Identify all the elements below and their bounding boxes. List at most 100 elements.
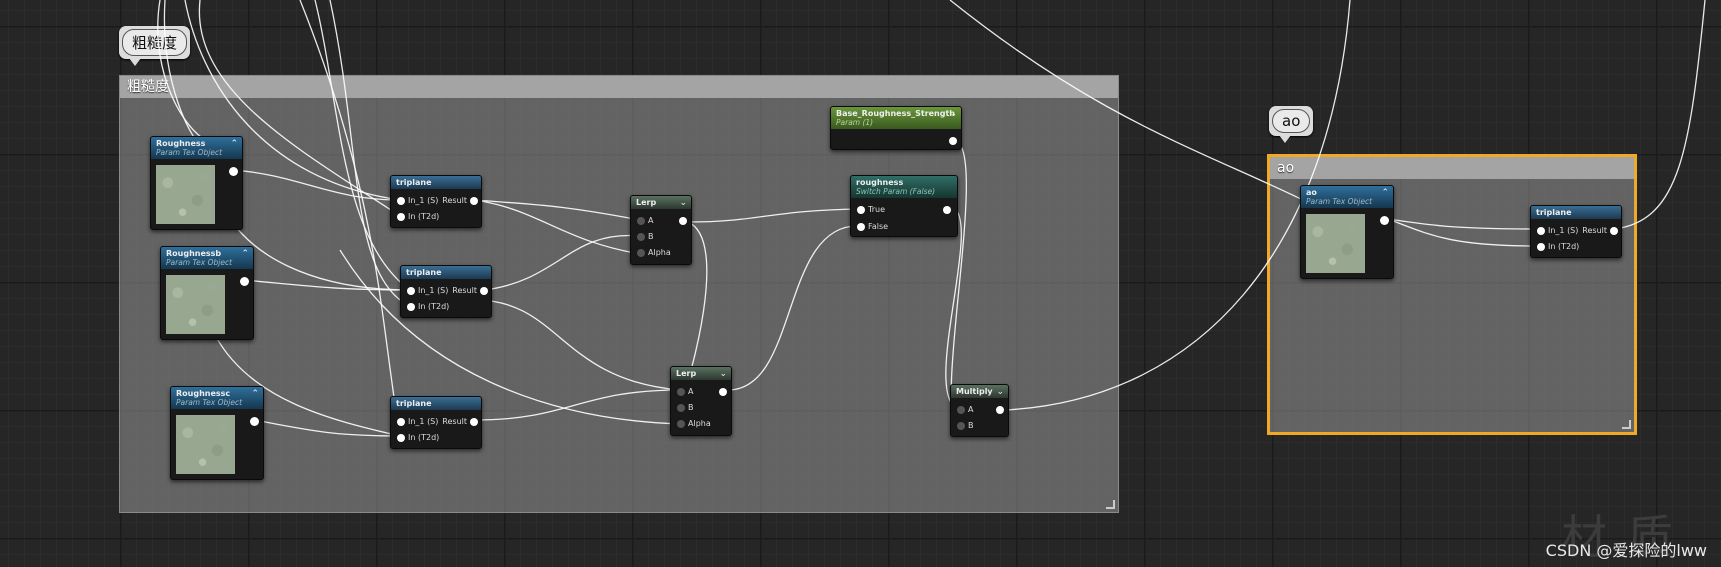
output-pin[interactable]: [480, 287, 488, 295]
node-lerp-2[interactable]: Lerp ⌄ A B Alpha: [670, 366, 732, 436]
input-pin[interactable]: [397, 434, 405, 442]
result-label: Result: [442, 196, 467, 205]
pin-label: True: [868, 205, 885, 214]
output-pin[interactable]: [240, 277, 249, 286]
pin-row-false[interactable]: False: [851, 220, 957, 234]
wire: [299, 0, 401, 437]
node-triplane-3[interactable]: triplane In_1 (S) Result In (T2d): [390, 396, 482, 449]
pin-row-b[interactable]: B: [671, 401, 731, 415]
input-pin[interactable]: [397, 418, 405, 426]
node-header[interactable]: triplane: [401, 266, 491, 279]
node-header[interactable]: triplane: [391, 397, 481, 410]
chevron-down-icon[interactable]: ⌄: [949, 109, 957, 119]
pin-row-alpha[interactable]: Alpha: [671, 417, 731, 431]
output-pin[interactable]: [679, 217, 687, 225]
result-label: Result: [452, 286, 477, 295]
pin-row-b[interactable]: B: [631, 230, 691, 244]
node-header[interactable]: triplane: [1531, 206, 1621, 219]
pin-row-a[interactable]: A: [671, 385, 731, 399]
node-title: triplane: [396, 178, 432, 187]
output-pin[interactable]: [996, 406, 1004, 414]
node-header[interactable]: triplane: [391, 176, 481, 189]
pin-label: B: [968, 421, 974, 430]
chevron-up-icon[interactable]: ⌃: [1381, 188, 1389, 198]
node-header[interactable]: ao Param Tex Object ⌃: [1301, 186, 1393, 208]
pin-row-in2[interactable]: In (T2d): [391, 210, 481, 224]
chevron-up-icon[interactable]: ⌃: [241, 249, 249, 259]
input-pin[interactable]: [407, 303, 415, 311]
output-pin[interactable]: [949, 137, 957, 145]
pin-row-a[interactable]: A: [951, 403, 1008, 417]
output-pin[interactable]: [470, 418, 478, 426]
node-header[interactable]: Roughness Param Tex Object ⌃: [151, 137, 242, 159]
node-header[interactable]: Lerp ⌄: [631, 196, 691, 209]
pin-row-in1[interactable]: In_1 (S) Result: [391, 194, 481, 208]
pin-row-in1[interactable]: In_1 (S) Result: [391, 415, 481, 429]
node-lerp-1[interactable]: Lerp ⌄ A B Alpha: [630, 195, 692, 265]
node-ao-tex-object[interactable]: ao Param Tex Object ⌃: [1300, 185, 1394, 279]
chevron-down-icon[interactable]: ⌄: [679, 198, 687, 208]
node-header[interactable]: Roughnessb Param Tex Object ⌃: [161, 247, 253, 269]
node-header[interactable]: Lerp ⌄: [671, 367, 731, 380]
output-pin[interactable]: [1610, 227, 1618, 235]
pin-label: A: [648, 216, 654, 225]
pin-row-b[interactable]: B: [951, 419, 1008, 433]
node-base-roughness-strength[interactable]: Base_Roughness_Strength Param (1) ⌄: [830, 106, 962, 150]
input-pin[interactable]: [957, 422, 965, 430]
input-pin[interactable]: [677, 388, 685, 396]
chevron-up-icon[interactable]: ⌃: [230, 139, 238, 149]
pin-row-in1[interactable]: In_1 (S) Result: [401, 284, 491, 298]
output-pin[interactable]: [250, 417, 259, 426]
input-pin[interactable]: [637, 217, 645, 225]
wire: [474, 199, 641, 221]
node-multiply[interactable]: Multiply ⌄ A B: [950, 384, 1009, 437]
node-title: roughness: [856, 178, 904, 187]
pin-label: In (T2d): [1548, 242, 1580, 251]
input-pin[interactable]: [397, 213, 405, 221]
node-title: Roughnessc: [176, 389, 231, 398]
input-pin[interactable]: [637, 249, 645, 257]
output-pin[interactable]: [719, 388, 727, 396]
watermark-text: CSDN @爱探险的lww: [1545, 541, 1707, 560]
input-pin[interactable]: [957, 406, 965, 414]
node-roughness-tex-object[interactable]: Roughness Param Tex Object ⌃: [150, 136, 243, 230]
input-pin[interactable]: [637, 233, 645, 241]
input-pin[interactable]: [397, 197, 405, 205]
node-header[interactable]: Base_Roughness_Strength Param (1) ⌄: [831, 107, 961, 129]
output-pin[interactable]: [1380, 216, 1389, 225]
pin-row-in2[interactable]: In (T2d): [401, 300, 491, 314]
node-header[interactable]: roughness Switch Param (False): [851, 176, 957, 198]
texture-thumbnail: [166, 275, 225, 334]
chevron-up-icon[interactable]: ⌃: [251, 389, 259, 399]
output-pin[interactable]: [229, 167, 238, 176]
input-pin[interactable]: [677, 404, 685, 412]
input-pin[interactable]: [1537, 243, 1545, 251]
node-roughnessb-tex-object[interactable]: Roughnessb Param Tex Object ⌃: [160, 246, 254, 340]
output-pin[interactable]: [470, 197, 478, 205]
pin-label: In (T2d): [408, 433, 440, 442]
node-roughness-switch[interactable]: roughness Switch Param (False) True Fals…: [850, 175, 958, 237]
pin-row-alpha[interactable]: Alpha: [631, 246, 691, 260]
node-triplane-1[interactable]: triplane In_1 (S) Result In (T2d): [390, 175, 482, 228]
chevron-down-icon[interactable]: ⌄: [996, 387, 1004, 397]
texture-thumbnail: [1306, 214, 1365, 273]
pin-row-true[interactable]: True: [851, 203, 957, 217]
node-title: ao: [1306, 188, 1317, 197]
input-pin[interactable]: [1537, 227, 1545, 235]
pin-row-in1[interactable]: In_1 (S) Result: [1531, 224, 1621, 238]
chevron-down-icon[interactable]: ⌄: [719, 369, 727, 379]
pin-row-in2[interactable]: In (T2d): [391, 431, 481, 445]
node-triplane-ao[interactable]: triplane In_1 (S) Result In (T2d): [1530, 205, 1622, 258]
pin-row-in2[interactable]: In (T2d): [1531, 240, 1621, 254]
node-header[interactable]: Roughnessc Param Tex Object ⌃: [171, 387, 263, 409]
node-triplane-2[interactable]: triplane In_1 (S) Result In (T2d): [400, 265, 492, 318]
input-pin[interactable]: [677, 420, 685, 428]
input-pin[interactable]: [857, 223, 865, 231]
wire: [727, 225, 863, 391]
node-roughnessc-tex-object[interactable]: Roughnessc Param Tex Object ⌃: [170, 386, 264, 480]
input-pin[interactable]: [857, 206, 865, 214]
node-header[interactable]: Multiply ⌄: [951, 385, 1008, 398]
output-pin[interactable]: [943, 206, 951, 214]
input-pin[interactable]: [407, 287, 415, 295]
pin-row-a[interactable]: A: [631, 214, 691, 228]
